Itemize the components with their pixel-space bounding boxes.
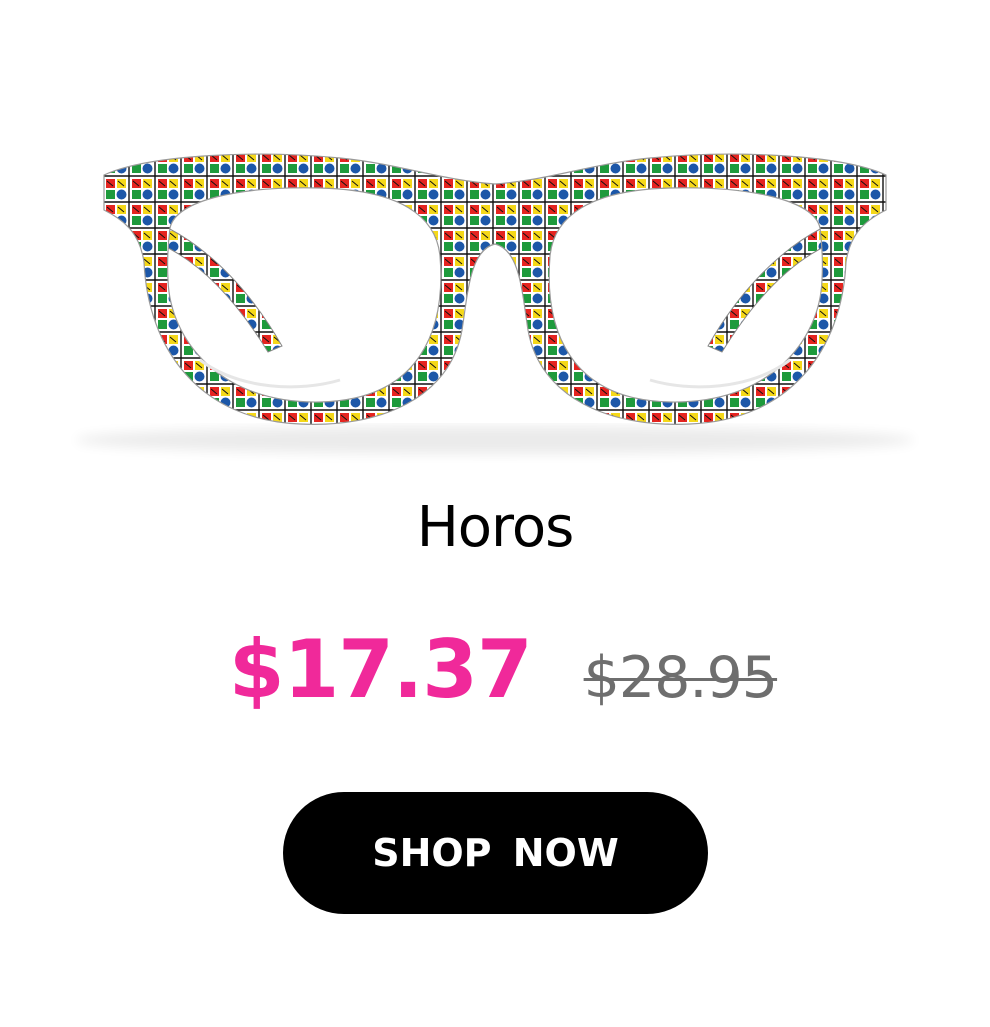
product-image[interactable]	[0, 0, 990, 480]
shop-now-label: SHOP NOW	[372, 831, 619, 875]
product-name[interactable]: Horos	[0, 492, 990, 564]
shop-now-button[interactable]: SHOP NOW	[283, 792, 708, 914]
sale-price: $17.37	[228, 623, 533, 716]
price-row: $17.37 $28.95	[0, 622, 990, 718]
regular-price: $28.95	[583, 645, 778, 711]
glasses-illustration	[75, 153, 915, 454]
